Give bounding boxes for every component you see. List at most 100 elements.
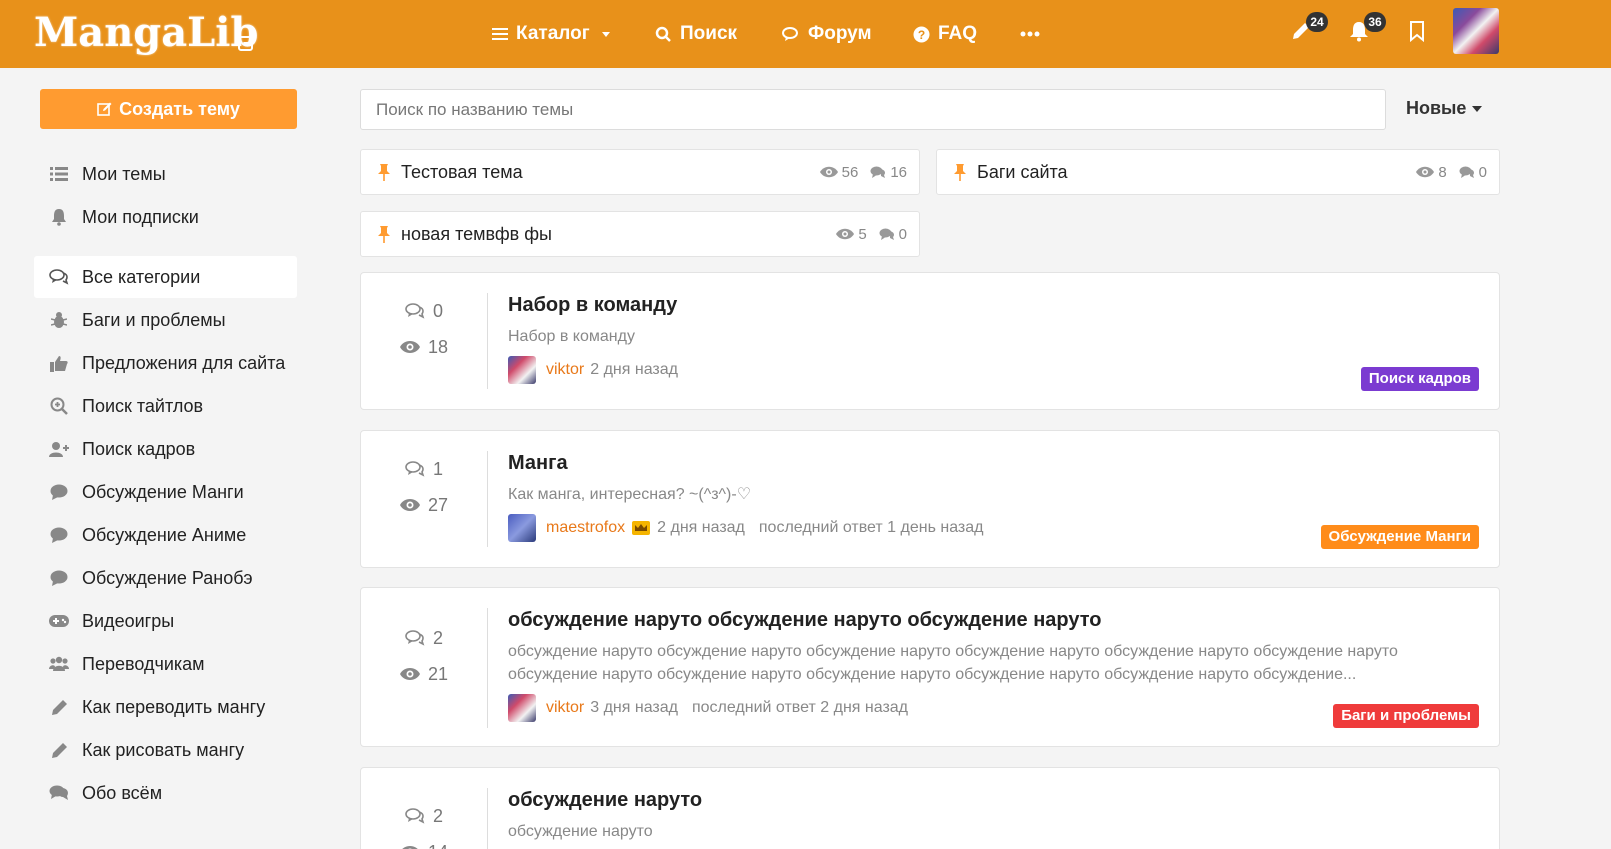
topic-card[interactable]: 2 21 обсуждение наруто обсуждение наруто…: [360, 587, 1500, 747]
sidebar-item-videogames[interactable]: Видеоигры: [34, 600, 297, 642]
topic-title[interactable]: обсуждение наруто: [508, 786, 1479, 814]
author-avatar[interactable]: [508, 356, 536, 384]
category-tag[interactable]: Обсуждение Манги: [1320, 525, 1479, 549]
pinned-topic[interactable]: Тестовая тема 56 16: [360, 149, 920, 195]
eye-icon: [836, 228, 855, 240]
replies-stat: 1: [361, 451, 487, 487]
sidebar-item-label: Обсуждение Аниме: [82, 524, 247, 545]
edit-icon: [97, 102, 112, 116]
sidebar-item-translators[interactable]: Переводчикам: [34, 643, 297, 685]
comments-outline-icon: [405, 461, 425, 477]
views-stat: 21: [361, 656, 487, 692]
comment-icon: [48, 568, 70, 588]
nav-forum[interactable]: Форум: [782, 20, 872, 48]
sidebar-item-bugs[interactable]: Баги и проблемы: [34, 299, 297, 341]
nav-catalog[interactable]: Каталог: [492, 20, 610, 48]
topic-title[interactable]: Манга: [508, 449, 1479, 477]
site-logo[interactable]: MangaLib: [34, 10, 258, 56]
sidebar-item-label: Поиск тайтлов: [82, 395, 204, 416]
topic-stats: 2 14: [361, 798, 487, 849]
notifications-count-badge: 36: [1364, 12, 1386, 32]
replies-count: 2: [432, 805, 443, 826]
author-name[interactable]: maestrofox: [546, 519, 625, 537]
author-avatar[interactable]: [508, 514, 536, 542]
sidebar-item-label: Все категории: [82, 266, 201, 287]
sidebar-item-label: Поиск кадров: [82, 438, 196, 459]
sidebar-item-label: Предложения для сайта: [82, 352, 286, 373]
nav-faq[interactable]: ? FAQ: [913, 20, 977, 48]
crown-icon: [632, 521, 651, 535]
logo-dropdown-icon[interactable]: [238, 36, 253, 51]
topic-title[interactable]: Набор в команду: [508, 291, 1479, 319]
sidebar-item-label: Баги и проблемы: [82, 309, 226, 330]
bookmark-icon: [1410, 21, 1424, 43]
divider: [487, 608, 488, 728]
svg-text:?: ?: [918, 28, 925, 42]
last-reply-time: последний ответ 2 дня назад: [691, 699, 909, 716]
replies-stat: 16: [870, 164, 907, 181]
divider: [487, 293, 488, 389]
sidebar-item-label: Видеоигры: [82, 610, 175, 631]
author-name[interactable]: viktor: [546, 699, 584, 717]
topic-search-input[interactable]: [360, 89, 1386, 130]
sidebar-item-how-to-draw[interactable]: Как рисовать мангу: [34, 729, 297, 771]
replies-count: 0: [898, 225, 907, 243]
pinned-topic[interactable]: Баги сайта 8 0: [936, 149, 1500, 195]
users-icon: [48, 654, 70, 674]
sidebar-item-all-categories[interactable]: Все категории: [34, 256, 297, 298]
nav-search[interactable]: Поиск: [655, 20, 737, 48]
views-count: 5: [858, 225, 867, 243]
sidebar-item-anime-discussion[interactable]: Обсуждение Аниме: [34, 514, 297, 556]
last-reply-time: последний ответ 1 день назад: [758, 519, 984, 536]
sort-dropdown[interactable]: Новые: [1406, 98, 1483, 119]
comments-icon: [1459, 166, 1474, 178]
pinned-topic[interactable]: новая темвфв фы 5 0: [360, 211, 920, 257]
sidebar-item-staff-search[interactable]: Поиск кадров: [34, 428, 297, 470]
sidebar-item-manga-discussion[interactable]: Обсуждение Манги: [34, 471, 297, 513]
sidebar-item-my-subscriptions[interactable]: Мои подписки: [34, 196, 297, 238]
author-avatar[interactable]: [508, 694, 536, 722]
category-tag[interactable]: Баги и проблемы: [1333, 704, 1479, 728]
comments-icon: [48, 783, 70, 803]
question-circle-icon: ?: [913, 26, 930, 42]
bug-icon: [48, 310, 70, 330]
notifications-button[interactable]: 36: [1348, 12, 1386, 46]
sidebar-item-how-to-translate[interactable]: Как переводить мангу: [34, 686, 297, 728]
topic-description: обсуждение наруто: [508, 823, 653, 840]
sidebar-item-suggestions[interactable]: Предложения для сайта: [34, 342, 297, 384]
replies-stat: 0: [879, 226, 907, 243]
sidebar-item-title-search[interactable]: Поиск тайтлов: [34, 385, 297, 427]
category-tag[interactable]: Поиск кадров: [1360, 367, 1479, 391]
topic-card[interactable]: 0 18 Набор в команду Набор в команду vik…: [360, 272, 1500, 410]
divider: [487, 451, 488, 547]
replies-count: 16: [890, 163, 907, 181]
top-header: MangaLib Каталог Поиск Форум ? FAQ 24 36: [0, 0, 1611, 68]
sidebar-item-my-topics[interactable]: Мои темы: [34, 153, 297, 195]
nav-search-label: Поиск: [680, 23, 738, 44]
views-stat: 27: [361, 487, 487, 523]
comments-icon: [879, 228, 894, 240]
sidebar-item-ranobe-discussion[interactable]: Обсуждение Ранобэ: [34, 557, 297, 599]
comments-outline-icon: [405, 303, 425, 319]
topic-stats: 1 27: [361, 451, 487, 523]
edit-count-badge: 24: [1306, 12, 1328, 32]
views-stat: 18: [361, 329, 487, 365]
replies-count: 0: [1478, 163, 1487, 181]
bell-icon: [48, 207, 70, 227]
search-icon: [655, 26, 671, 42]
topic-card[interactable]: 2 14 обсуждение наруто обсуждение наруто: [360, 767, 1500, 849]
edit-button[interactable]: 24: [1290, 12, 1328, 46]
topic-card[interactable]: 1 27 Манга Как манга, интересная? ~(^з^)…: [360, 430, 1500, 568]
user-avatar[interactable]: [1453, 8, 1499, 54]
pinned-topic-title: Баги сайта: [977, 161, 1068, 182]
eye-icon: [399, 499, 420, 511]
sidebar-item-about-everything[interactable]: Обо всём: [34, 772, 297, 814]
topic-title[interactable]: обсуждение наруто обсуждение наруто обсу…: [508, 606, 1479, 634]
create-topic-button[interactable]: Создать тему: [40, 89, 297, 129]
replies-stat: 0: [361, 293, 487, 329]
sidebar-item-label: Обсуждение Ранобэ: [82, 567, 253, 588]
comments-outline-icon: [405, 808, 425, 824]
author-name[interactable]: viktor: [546, 361, 584, 379]
bookmarks-button[interactable]: [1406, 20, 1432, 46]
more-menu-button[interactable]: [1020, 20, 1040, 48]
